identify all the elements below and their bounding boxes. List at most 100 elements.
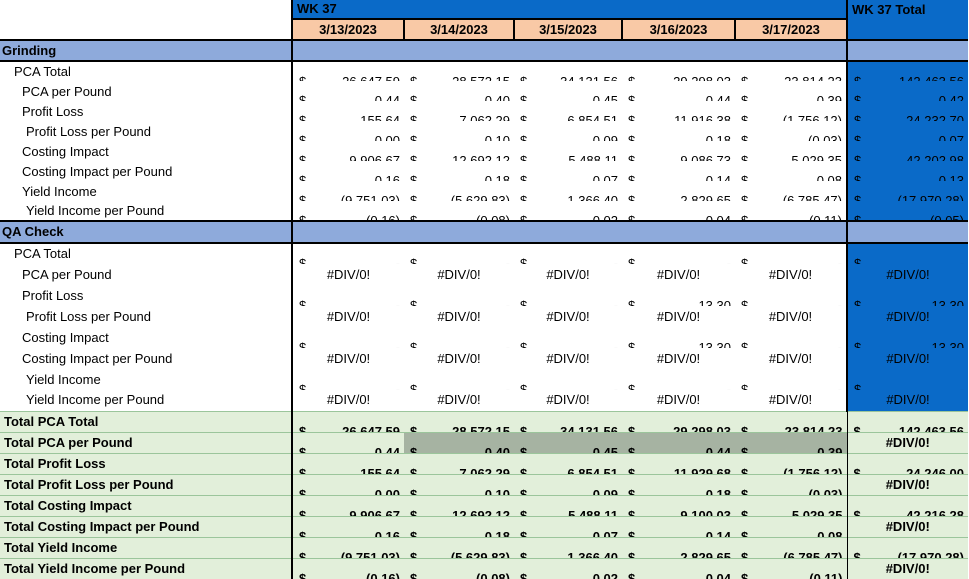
week-label[interactable]: WK 37 xyxy=(291,0,847,19)
section-fill[interactable] xyxy=(291,220,404,244)
total-value-cell[interactable]: $11,929.68 xyxy=(622,452,735,474)
date-header[interactable]: 3/14/2023 xyxy=(403,18,514,40)
total-value-cell[interactable]: $0.39 xyxy=(735,431,847,453)
section-fill[interactable] xyxy=(404,39,514,62)
week-total-header-blank[interactable] xyxy=(846,19,968,40)
total-value-cell[interactable]: $5,029.35 xyxy=(735,494,847,516)
total-value-cell[interactable]: $ (5,629.83) xyxy=(404,536,514,558)
row-label[interactable]: Profit Loss xyxy=(0,285,292,306)
date-header[interactable]: 3/16/2023 xyxy=(621,18,735,40)
week-total-cell[interactable]: $0.42 xyxy=(846,81,968,101)
total-row-label[interactable]: Total Costing Impact xyxy=(0,494,292,516)
value-cell[interactable]: $ - xyxy=(514,285,622,307)
total-value-cell[interactable]: $0.10 xyxy=(404,473,514,495)
total-value-cell[interactable]: $0.44 xyxy=(622,431,735,453)
value-cell[interactable]: $0.09 xyxy=(514,121,622,141)
total-value-cell[interactable]: $0.18 xyxy=(622,473,735,495)
total-week-cell[interactable]: $42,216.28 xyxy=(846,494,968,516)
row-label[interactable]: PCA Total xyxy=(0,243,292,264)
value-cell[interactable]: #DIV/0! xyxy=(735,348,847,369)
value-cell[interactable]: $0.04 xyxy=(622,201,735,222)
value-cell[interactable]: $34,131.56 xyxy=(514,61,622,82)
week-total-cell[interactable]: $0.13 xyxy=(846,161,968,181)
total-value-cell[interactable]: $0.16 xyxy=(291,515,404,537)
value-cell[interactable]: #DIV/0! xyxy=(404,390,514,411)
value-cell[interactable]: $9,086.73 xyxy=(622,141,735,161)
total-value-cell[interactable]: $155.64 xyxy=(291,452,404,474)
value-cell[interactable]: $ (0.03) xyxy=(735,121,847,141)
section-fill[interactable] xyxy=(846,39,968,62)
value-cell[interactable]: $ (0.16) xyxy=(291,201,404,221)
row-label[interactable]: Costing Impact xyxy=(0,141,292,161)
total-value-cell[interactable]: $7,062.29 xyxy=(404,452,514,474)
total-week-cell[interactable]: #DIV/0! xyxy=(846,557,968,579)
row-label[interactable]: Costing Impact per Pound xyxy=(0,348,292,369)
total-value-cell[interactable]: $0.02 xyxy=(514,557,622,579)
week-total-cell[interactable]: $13.30 xyxy=(846,285,968,306)
section-fill[interactable] xyxy=(404,220,514,244)
total-row-label[interactable]: Total PCA Total xyxy=(0,410,292,432)
value-cell[interactable]: $ - xyxy=(622,243,735,264)
value-cell[interactable]: $ - xyxy=(735,285,847,307)
row-label[interactable]: PCA per Pound xyxy=(0,81,292,101)
value-cell[interactable]: #DIV/0! xyxy=(622,348,735,369)
value-cell[interactable]: $0.39 xyxy=(735,81,847,101)
total-value-cell[interactable]: $0.08 xyxy=(735,515,847,537)
total-value-cell[interactable]: $ (0.08) xyxy=(404,557,514,579)
week-total-cell[interactable]: #DIV/0! xyxy=(846,264,968,285)
row-label[interactable]: Costing Impact per Pound xyxy=(0,161,292,181)
value-cell[interactable]: $2,829.65 xyxy=(622,181,735,201)
total-value-cell[interactable]: $0.40 xyxy=(404,431,514,453)
total-week-cell[interactable]: #DIV/0! xyxy=(846,473,968,495)
value-cell[interactable]: $0.10 xyxy=(404,121,514,141)
total-value-cell[interactable]: $0.00 xyxy=(291,473,404,495)
section-title[interactable]: Grinding xyxy=(0,39,292,62)
value-cell[interactable]: #DIV/0! xyxy=(622,390,735,411)
total-value-cell[interactable]: $29,298.03 xyxy=(622,410,735,432)
total-value-cell[interactable]: $0.09 xyxy=(514,473,622,495)
value-cell[interactable]: $ - xyxy=(404,327,514,349)
section-fill[interactable] xyxy=(514,39,622,62)
value-cell[interactable]: $0.45 xyxy=(514,81,622,101)
total-value-cell[interactable]: $2,829.65 xyxy=(622,536,735,558)
value-cell[interactable]: $0.08 xyxy=(735,161,847,181)
value-cell[interactable]: $9,906.67 xyxy=(291,141,404,161)
week-total-cell[interactable]: #DIV/0! xyxy=(846,348,968,369)
value-cell[interactable]: $ - xyxy=(291,327,404,348)
value-cell[interactable]: $13.30 xyxy=(622,327,735,349)
value-cell[interactable]: $0.16 xyxy=(291,161,404,181)
total-value-cell[interactable]: $0.14 xyxy=(622,515,735,537)
total-row-label[interactable]: Total Yield Income per Pound xyxy=(0,557,292,579)
value-cell[interactable]: $12,692.12 xyxy=(404,141,514,161)
total-value-cell[interactable]: $5,488.11 xyxy=(514,494,622,516)
value-cell[interactable]: $0.40 xyxy=(404,81,514,101)
section-fill[interactable] xyxy=(514,220,622,244)
total-value-cell[interactable]: $6,854.51 xyxy=(514,452,622,474)
week-total-label[interactable]: WK 37 Total xyxy=(846,0,968,19)
week-total-cell[interactable]: $24,232.70 xyxy=(846,101,968,121)
value-cell[interactable]: #DIV/0! xyxy=(291,264,404,285)
value-cell[interactable]: $6,854.51 xyxy=(514,101,622,121)
total-value-cell[interactable]: $ (0.03) xyxy=(735,473,847,495)
value-cell[interactable]: $ - xyxy=(735,243,847,264)
section-fill[interactable] xyxy=(622,220,735,244)
value-cell[interactable]: #DIV/0! xyxy=(514,348,622,369)
value-cell[interactable]: $ (0.08) xyxy=(404,201,514,222)
row-label[interactable]: Yield Income per Pound xyxy=(0,201,292,221)
value-cell[interactable]: #DIV/0! xyxy=(622,306,735,327)
total-value-cell[interactable]: $0.04 xyxy=(622,557,735,579)
value-cell[interactable]: $0.44 xyxy=(622,81,735,101)
total-value-cell[interactable]: $0.18 xyxy=(404,515,514,537)
value-cell[interactable]: $ (1,756.12) xyxy=(735,101,847,121)
total-row-label[interactable]: Total PCA per Pound xyxy=(0,431,292,453)
total-week-cell[interactable]: $24,246.00 xyxy=(846,452,968,474)
week-total-cell[interactable]: $42,202.98 xyxy=(846,141,968,161)
week-total-cell[interactable]: $0.07 xyxy=(846,121,968,141)
value-cell[interactable]: $ (5,629.83) xyxy=(404,181,514,201)
week-total-cell[interactable]: $142,463.56 xyxy=(846,61,968,81)
date-header[interactable]: 3/17/2023 xyxy=(734,18,847,40)
value-cell[interactable]: #DIV/0! xyxy=(514,390,622,411)
value-cell[interactable]: $7,062.29 xyxy=(404,101,514,121)
total-value-cell[interactable]: $ (6,785.47) xyxy=(735,536,847,558)
section-fill[interactable] xyxy=(622,39,735,62)
